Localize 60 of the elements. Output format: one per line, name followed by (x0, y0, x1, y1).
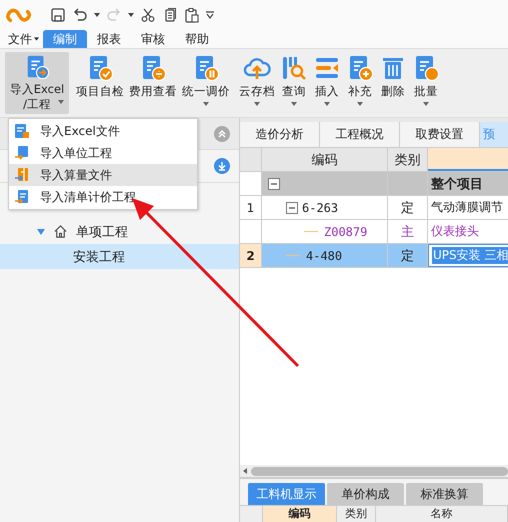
document-arrow-icon (14, 189, 30, 205)
row-number: 1 (240, 196, 262, 219)
ribbon-button[interactable]: 导入Excel /工程 (5, 52, 69, 114)
save-icon[interactable] (50, 7, 66, 23)
document-arrow-icon (14, 123, 30, 139)
view-tab[interactable]: 造价分析 (240, 122, 320, 147)
type-cell: 定 (388, 244, 428, 267)
column-header: 编码 (263, 506, 337, 522)
collapse-box-icon[interactable] (286, 202, 298, 214)
menu-item[interactable]: 导入算量文件 (9, 164, 197, 186)
ribbon-button[interactable]: 插入 (311, 52, 343, 114)
scroll-left-icon[interactable] (243, 468, 247, 474)
name-cell-text: 整个项目 (430, 176, 484, 194)
ribbon-button[interactable]: 删除 (377, 52, 409, 114)
ribbon-button[interactable]: 项目自检 (74, 52, 126, 114)
ribbon-button[interactable]: 云存档 (237, 52, 277, 114)
tree-item[interactable]: 单项工程 (0, 219, 239, 244)
ribbon-button[interactable]: 批量 (410, 52, 442, 114)
name-cell-text: 气动薄膜调节 (430, 199, 504, 216)
type-cell: 主 (388, 220, 428, 243)
caret-icon[interactable] (128, 13, 134, 17)
customize-caret-icon[interactable] (206, 11, 214, 19)
collapse-box-icon[interactable] (268, 178, 280, 190)
code-cell: 4-480 (262, 244, 388, 267)
app-logo-icon (6, 6, 32, 24)
ribbon-button[interactable]: 补充 (344, 52, 376, 114)
code-cell: Z00879 (262, 220, 388, 243)
type-cell: 定 (388, 196, 428, 219)
cut-icon[interactable] (140, 7, 156, 23)
ribbon-button[interactable]: 查询 (278, 52, 310, 114)
menu-tab[interactable]: 报表 (87, 30, 131, 48)
ribbon-button[interactable]: 费用查看 (127, 52, 179, 114)
horizontal-scrollbar[interactable] (240, 465, 508, 479)
undo-icon[interactable] (72, 7, 88, 23)
bottom-tab[interactable]: 单价构成 (327, 483, 404, 505)
paste-icon[interactable] (184, 7, 200, 23)
column-header: 名称 (376, 506, 508, 522)
column-header: 类别 (337, 506, 376, 522)
ribbon-button[interactable]: 统一调价 (180, 52, 232, 114)
menu-item[interactable]: 导入Excel文件 (9, 120, 197, 142)
menu-tab[interactable]: 审核 (131, 30, 175, 48)
download-icon[interactable] (214, 158, 230, 174)
expand-arrow-icon (37, 228, 45, 234)
tree-item[interactable]: 安装工程 (0, 244, 239, 269)
ruler-document-icon (14, 167, 30, 183)
caret-icon[interactable] (94, 13, 100, 17)
code-cell: 6-263 (262, 196, 388, 219)
row-number: 2 (240, 244, 262, 267)
menu-item[interactable]: 导入单位工程 (9, 142, 197, 164)
view-tab[interactable]: 取费设置 (400, 122, 480, 147)
document-arrow-icon (14, 145, 30, 161)
bottom-tab[interactable]: 标准换算 (406, 483, 483, 505)
view-tab[interactable]: 工程概况 (320, 122, 400, 147)
menu-tab[interactable]: 文件 (4, 30, 43, 48)
house-icon (53, 224, 68, 239)
column-header: 编码 (262, 148, 388, 171)
menu-tab[interactable]: 帮助 (175, 30, 219, 48)
query-icon (280, 54, 308, 82)
name-cell: UPS安装 三相 (428, 244, 508, 267)
name-cell-text: 仪表接头 (430, 223, 480, 240)
